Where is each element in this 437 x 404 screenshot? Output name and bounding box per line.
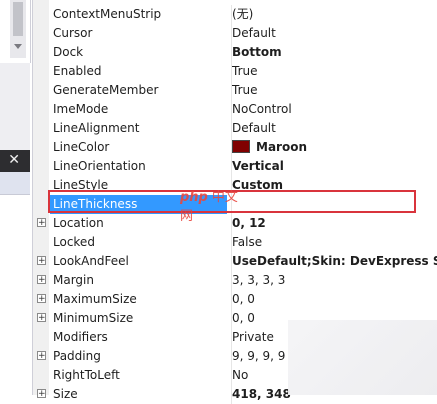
property-value-text: True <box>232 64 258 78</box>
property-row[interactable]: + Margin 3, 3, 3, 3 <box>33 271 437 290</box>
expand-icon[interactable]: + <box>37 218 46 228</box>
property-value-text: Private <box>232 330 274 344</box>
expand-icon[interactable]: + <box>37 389 46 399</box>
watermark: php 中文网 <box>180 186 240 224</box>
property-name[interactable]: Enabled <box>53 62 223 81</box>
scroll-down-icon[interactable] <box>14 44 22 49</box>
expand-icon[interactable]: + <box>37 351 46 361</box>
property-row[interactable]: LineAlignment Default <box>33 119 437 138</box>
property-value-text: Default <box>232 121 276 135</box>
property-name[interactable]: Padding <box>53 347 223 366</box>
property-value[interactable]: 0, 0 <box>231 290 437 309</box>
left-panel-scrollbar[interactable] <box>10 0 26 58</box>
property-value-text: True <box>232 83 258 97</box>
property-value[interactable]: (无) <box>231 5 437 24</box>
left-panel-divider <box>0 63 30 150</box>
property-value[interactable]: False <box>231 233 437 252</box>
property-name[interactable]: Dock <box>53 43 223 62</box>
property-name[interactable]: LineOrientation <box>53 157 223 176</box>
close-icon[interactable]: ✕ <box>8 152 20 168</box>
scrollbar-thumb[interactable] <box>13 2 23 36</box>
property-name[interactable]: GenerateMember <box>53 81 223 100</box>
property-value-text: Bottom <box>232 45 282 59</box>
property-value[interactable]: Default <box>231 24 437 43</box>
property-value-text: 0, 0 <box>232 311 255 325</box>
property-value-text: 0, 0 <box>232 292 255 306</box>
property-value[interactable]: UseDefault;Skin: DevExpress S <box>231 252 437 271</box>
property-row[interactable]: + LookAndFeel UseDefault;Skin: DevExpress … <box>33 252 437 271</box>
expand-icon[interactable]: + <box>37 294 46 304</box>
property-value-text: Default <box>232 26 276 40</box>
blurred-region <box>288 320 437 395</box>
property-value[interactable]: NoControl <box>231 100 437 119</box>
property-row[interactable]: LineOrientation Vertical <box>33 157 437 176</box>
property-name[interactable]: MinimumSize <box>53 309 223 328</box>
property-row[interactable]: + Location 0, 12 <box>33 214 437 233</box>
property-value-text: 3, 3, 3, 3 <box>232 273 286 287</box>
property-value-text: 418, 348 <box>232 387 291 401</box>
property-value-text: (无) <box>232 7 254 21</box>
property-name[interactable]: ContextMenuStrip <box>53 5 223 24</box>
property-value[interactable]: Maroon <box>231 138 437 157</box>
expand-icon[interactable]: + <box>37 275 46 285</box>
property-value-text: Maroon <box>256 140 307 154</box>
left-panel-row[interactable] <box>0 172 30 195</box>
property-value-text: NoControl <box>232 102 292 116</box>
property-row[interactable]: Locked False <box>33 233 437 252</box>
property-value-text: False <box>232 235 263 249</box>
property-name[interactable]: Cursor <box>53 24 223 43</box>
property-name[interactable]: RightToLeft <box>53 366 223 385</box>
watermark-logo: php <box>180 190 208 205</box>
property-name[interactable]: MaximumSize <box>53 290 223 309</box>
property-value-text: Vertical <box>232 159 284 173</box>
property-name[interactable]: LineColor <box>53 138 223 157</box>
left-panel-body <box>0 195 30 395</box>
property-row[interactable]: Enabled True <box>33 62 437 81</box>
property-value[interactable]: True <box>231 62 437 81</box>
property-value[interactable]: 0, 12 <box>231 214 437 233</box>
property-name[interactable]: Location <box>53 214 223 233</box>
color-swatch <box>232 140 250 153</box>
property-row[interactable]: + MaximumSize 0, 0 <box>33 290 437 309</box>
property-row[interactable]: ContextMenuStrip (无) <box>33 5 437 24</box>
property-name[interactable]: ImeMode <box>53 100 223 119</box>
property-name[interactable]: Locked <box>53 233 223 252</box>
property-name[interactable]: LineAlignment <box>53 119 223 138</box>
property-value[interactable]: 3, 3, 3, 3 <box>231 271 437 290</box>
property-value[interactable]: True <box>231 81 437 100</box>
property-row[interactable]: GenerateMember True <box>33 81 437 100</box>
property-row[interactable]: Dock Bottom <box>33 43 437 62</box>
property-name[interactable]: Modifiers <box>53 328 223 347</box>
expand-icon[interactable]: + <box>37 313 46 323</box>
property-value[interactable]: Default <box>231 119 437 138</box>
property-value-text: No <box>232 368 249 382</box>
property-value-text: 9, 9, 9, 9 <box>232 349 286 363</box>
property-value[interactable]: Vertical <box>231 157 437 176</box>
property-name[interactable]: Margin <box>53 271 223 290</box>
left-panel-header: ✕ <box>0 150 30 172</box>
property-value[interactable]: Bottom <box>231 43 437 62</box>
property-name[interactable]: LookAndFeel <box>53 252 223 271</box>
property-value-text: 0, 12 <box>232 216 266 230</box>
property-row[interactable]: Cursor Default <box>33 24 437 43</box>
property-row[interactable]: ImeMode NoControl <box>33 100 437 119</box>
property-value-text: UseDefault;Skin: DevExpress S <box>232 254 437 268</box>
property-row[interactable]: LineColor Maroon <box>33 138 437 157</box>
expand-icon[interactable]: + <box>37 256 46 266</box>
